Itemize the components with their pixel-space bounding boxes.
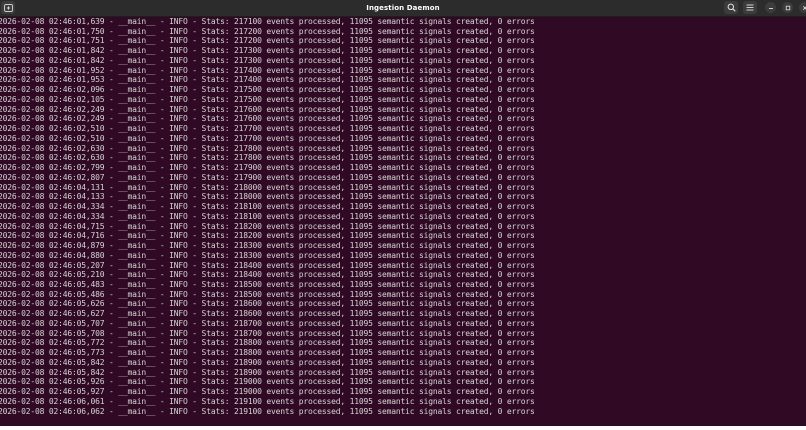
log-line: 2026-02-08 02:46:05,626 - __main__ - INF… (0, 299, 535, 309)
log-line: 2026-02-08 02:46:04,879 - __main__ - INF… (0, 241, 535, 251)
search-icon (727, 3, 736, 12)
log-line: 2026-02-08 02:46:02,510 - __main__ - INF… (0, 124, 535, 134)
maximize-icon (785, 5, 790, 10)
log-line: 2026-02-08 02:46:01,953 - __main__ - INF… (0, 75, 535, 85)
log-line: 2026-02-08 02:46:04,716 - __main__ - INF… (0, 231, 535, 241)
log-line: 2026-02-08 02:46:02,807 - __main__ - INF… (0, 172, 535, 182)
log-line: 2026-02-08 02:46:05,708 - __main__ - INF… (0, 328, 535, 338)
log-line: 2026-02-08 02:46:02,799 - __main__ - INF… (0, 163, 535, 173)
log-line: 2026-02-08 02:46:04,133 - __main__ - INF… (0, 192, 535, 202)
log-line: 2026-02-08 02:46:01,842 - __main__ - INF… (0, 46, 535, 56)
maximize-button[interactable] (782, 2, 793, 13)
log-line: 2026-02-08 02:46:05,627 - __main__ - INF… (0, 309, 535, 319)
log-line: 2026-02-08 02:46:01,751 - __main__ - INF… (0, 36, 535, 46)
minimize-button[interactable] (765, 2, 776, 13)
log-line: 2026-02-08 02:46:05,926 - __main__ - INF… (0, 377, 535, 387)
log-line: 2026-02-08 02:46:02,630 - __main__ - INF… (0, 153, 535, 163)
terminal-window: Ingestion Daemon 2026-02-08 02:46:01,639… (0, 0, 806, 426)
title-bar[interactable]: Ingestion Daemon (0, 0, 806, 17)
log-line: 2026-02-08 02:46:06,061 - __main__ - INF… (0, 396, 535, 406)
window-title: Ingestion Daemon (366, 4, 440, 12)
log-line: 2026-02-08 02:46:05,927 - __main__ - INF… (0, 387, 535, 397)
log-line: 2026-02-08 02:46:06,062 - __main__ - INF… (0, 406, 535, 416)
log-line: 2026-02-08 02:46:04,880 - __main__ - INF… (0, 250, 535, 260)
minimize-icon (768, 7, 773, 9)
log-line: 2026-02-08 02:46:05,486 - __main__ - INF… (0, 289, 535, 299)
log-line: 2026-02-08 02:46:05,707 - __main__ - INF… (0, 318, 535, 328)
hamburger-menu-icon (746, 4, 754, 11)
log-line: 2026-02-08 02:46:05,772 - __main__ - INF… (0, 338, 535, 348)
log-line: 2026-02-08 02:46:04,715 - __main__ - INF… (0, 221, 535, 231)
new-tab-button[interactable] (1, 1, 15, 14)
log-line: 2026-02-08 02:46:02,510 - __main__ - INF… (0, 133, 535, 143)
close-button[interactable] (799, 2, 806, 13)
log-line: 2026-02-08 02:46:05,210 - __main__ - INF… (0, 270, 535, 280)
log-line: 2026-02-08 02:46:04,334 - __main__ - INF… (0, 202, 535, 212)
new-tab-icon (3, 3, 13, 12)
log-line: 2026-02-08 02:46:02,249 - __main__ - INF… (0, 114, 535, 124)
log-line: 2026-02-08 02:46:01,842 - __main__ - INF… (0, 55, 535, 65)
log-line: 2026-02-08 02:46:02,630 - __main__ - INF… (0, 143, 535, 153)
log-line: 2026-02-08 02:46:05,207 - __main__ - INF… (0, 260, 535, 270)
log-line: 2026-02-08 02:46:02,096 - __main__ - INF… (0, 85, 535, 95)
menu-button[interactable] (743, 1, 757, 14)
log-line: 2026-02-08 02:46:05,842 - __main__ - INF… (0, 367, 535, 377)
log-line: 2026-02-08 02:46:01,952 - __main__ - INF… (0, 65, 535, 75)
bottom-edge (0, 426, 806, 430)
log-line: 2026-02-08 02:46:02,249 - __main__ - INF… (0, 104, 535, 114)
log-line: 2026-02-08 02:46:05,483 - __main__ - INF… (0, 279, 535, 289)
search-button[interactable] (724, 1, 738, 14)
log-line: 2026-02-08 02:46:05,773 - __main__ - INF… (0, 348, 535, 358)
log-line: 2026-02-08 02:46:02,105 - __main__ - INF… (0, 94, 535, 104)
log-line: 2026-02-08 02:46:05,842 - __main__ - INF… (0, 357, 535, 367)
log-line: 2026-02-08 02:46:01,750 - __main__ - INF… (0, 26, 535, 36)
close-icon (802, 5, 806, 10)
terminal-output[interactable]: 2026-02-08 02:46:01,639 - __main__ - INF… (0, 17, 806, 426)
log-line: 2026-02-08 02:46:01,639 - __main__ - INF… (0, 17, 535, 26)
log-line: 2026-02-08 02:46:04,131 - __main__ - INF… (0, 182, 535, 192)
log-line: 2026-02-08 02:46:04,334 - __main__ - INF… (0, 211, 535, 221)
